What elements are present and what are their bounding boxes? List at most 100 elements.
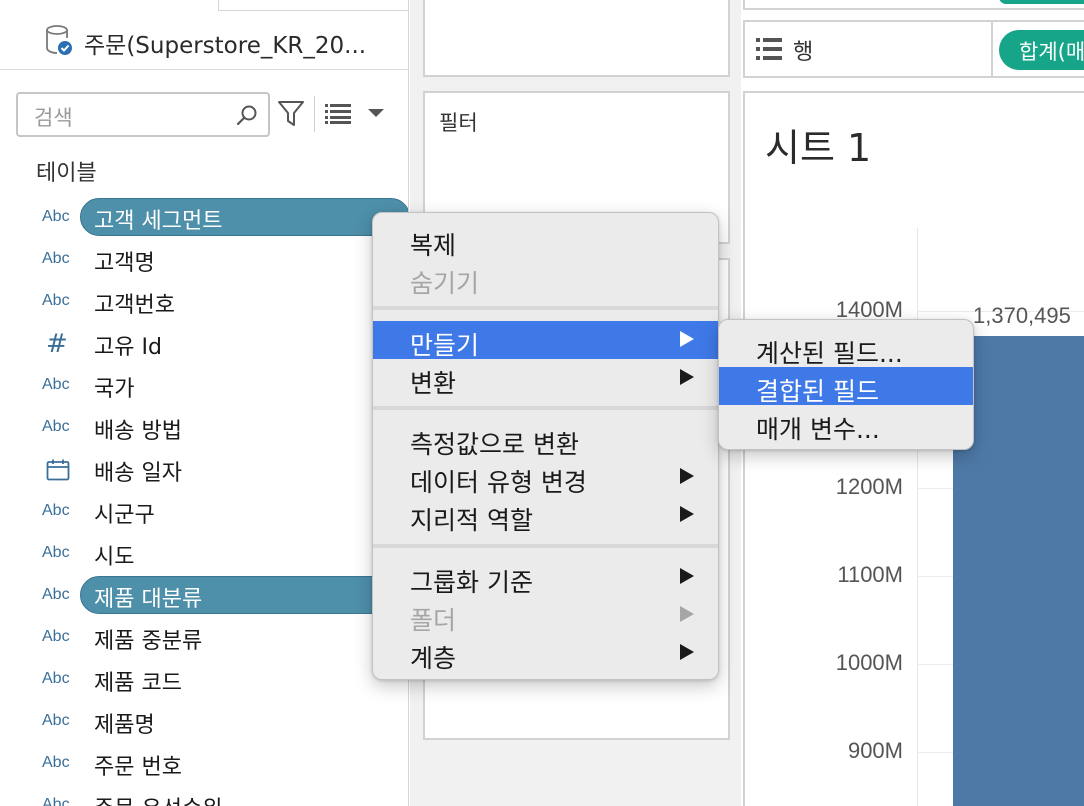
- sheet-title: 시트 1: [765, 126, 872, 170]
- tables-header: 테이블: [36, 161, 97, 186]
- menu-item-duplicate[interactable]: 복제: [373, 221, 718, 260]
- field-label: 제품 대분류: [94, 587, 203, 612]
- rows-icon: [756, 38, 782, 60]
- field-item[interactable]: Abc 배송 방법: [0, 407, 408, 449]
- field-label: 고유 Id: [94, 335, 162, 360]
- pages-card[interactable]: [423, 0, 730, 77]
- string-type-icon: Abc: [42, 250, 70, 267]
- menu-item-label: 데이터 유형 변경: [410, 468, 587, 497]
- datasource-name: 주문(Superstore_KR_20...: [84, 33, 367, 59]
- rows-pill-label: 합계(매: [1019, 40, 1084, 64]
- menu-item-label: 측정값으로 변환: [410, 430, 579, 459]
- field-item[interactable]: Abc 제품 대분류: [0, 575, 408, 617]
- menu-item-folder: 폴더: [373, 596, 718, 635]
- field-item[interactable]: Abc 주문 번호: [0, 743, 408, 785]
- y-tick-label: 1000M: [835, 650, 903, 675]
- string-type-icon: Abc: [42, 418, 70, 435]
- submenu-arrow-icon: [680, 369, 694, 385]
- calendar-icon: [46, 459, 70, 481]
- menu-item-parameter[interactable]: 매개 변수...: [719, 405, 973, 444]
- submenu-arrow-icon: [680, 506, 694, 522]
- submenu-arrow-icon: [680, 568, 694, 584]
- menu-item-label: 그룹화 기준: [410, 568, 533, 597]
- datasource-row[interactable]: 주문(Superstore_KR_20...: [0, 20, 408, 70]
- string-type-icon: Abc: [42, 376, 70, 393]
- field-label: 제품 코드: [94, 671, 182, 696]
- rows-label: 행: [793, 40, 814, 65]
- submenu-arrow-icon: [680, 331, 694, 347]
- field-item[interactable]: Abc 주문 우선순위: [0, 785, 408, 806]
- search-input[interactable]: 검색: [16, 92, 270, 137]
- field-label: 시군구: [94, 503, 155, 528]
- field-item[interactable]: Abc 고객 세그먼트: [0, 197, 408, 239]
- field-label: 주문 우선순위: [94, 791, 222, 806]
- y-tick-label: 900M: [847, 738, 903, 763]
- field-label: 시도: [94, 545, 135, 570]
- pane-tab[interactable]: [218, 0, 408, 11]
- menu-item-label: 숨기기: [410, 269, 480, 298]
- filter-icon[interactable]: [277, 99, 305, 129]
- menu-separator: [373, 306, 718, 310]
- field-label: 제품 중분류: [94, 629, 203, 654]
- chevron-down-icon[interactable]: [366, 107, 386, 119]
- field-label: 주문 번호: [94, 755, 182, 780]
- field-label: 고객번호: [94, 293, 175, 318]
- field-item[interactable]: Abc 제품 중분류: [0, 617, 408, 659]
- menu-item-create[interactable]: 만들기: [373, 321, 718, 360]
- submenu-arrow-icon: [680, 468, 694, 484]
- rows-measure-pill[interactable]: 합계(매: [999, 30, 1084, 70]
- menu-item-calculated-field[interactable]: 계산된 필드...: [719, 329, 973, 368]
- list-view-icon[interactable]: [325, 104, 351, 124]
- string-type-icon: Abc: [42, 712, 70, 729]
- field-item[interactable]: Abc 시도: [0, 533, 408, 575]
- columns-pill[interactable]: [999, 0, 1084, 4]
- field-label: 배송 방법: [94, 419, 182, 444]
- menu-item-label: 계산된 필드...: [756, 339, 903, 368]
- divider: [0, 69, 408, 70]
- menu-item-label: 결합된 필드: [756, 377, 879, 406]
- field-item[interactable]: 배송 일자: [0, 449, 408, 491]
- menu-item-group-by[interactable]: 그룹화 기준: [373, 558, 718, 597]
- data-pane: 주문(Superstore_KR_20... 검색 테이블 Abc 고객 세그먼트…: [0, 0, 409, 806]
- divider: [991, 22, 993, 78]
- toolbar-separator: [314, 96, 315, 132]
- y-tick-label: 1200M: [835, 474, 903, 499]
- string-type-icon: Abc: [42, 796, 70, 806]
- menu-item-label: 지리적 역할: [410, 506, 533, 535]
- menu-item-label: 복제: [410, 231, 457, 260]
- menu-item-transform[interactable]: 변환: [373, 359, 718, 398]
- string-type-icon: Abc: [42, 754, 70, 771]
- menu-item-change-data-type[interactable]: 데이터 유형 변경: [373, 458, 718, 497]
- field-item[interactable]: Abc 국가: [0, 365, 408, 407]
- field-item[interactable]: Abc 고객번호: [0, 281, 408, 323]
- field-label: 국가: [94, 377, 135, 402]
- string-type-icon: Abc: [42, 502, 70, 519]
- string-type-icon: Abc: [42, 670, 70, 687]
- menu-separator: [373, 406, 718, 410]
- string-type-icon: Abc: [42, 586, 70, 603]
- field-label: 고객 세그먼트: [94, 209, 223, 234]
- field-item[interactable]: Abc 제품 코드: [0, 659, 408, 701]
- menu-item-hierarchy[interactable]: 계층: [373, 634, 718, 673]
- search-icon: [236, 105, 257, 126]
- field-item[interactable]: # 고유 Id: [0, 323, 408, 365]
- create-submenu: 계산된 필드... 결합된 필드 매개 변수...: [718, 319, 974, 450]
- menu-separator: [373, 544, 718, 548]
- rows-shelf[interactable]: 행 합계(매: [743, 20, 1084, 78]
- field-label: 고객명: [94, 251, 155, 276]
- filters-title: 필터: [439, 111, 478, 135]
- string-type-icon: Abc: [42, 292, 70, 309]
- menu-item-label: 폴더: [410, 606, 457, 635]
- field-item[interactable]: Abc 제품명: [0, 701, 408, 743]
- field-item[interactable]: Abc 시군구: [0, 491, 408, 533]
- number-type-icon: #: [46, 329, 68, 359]
- string-type-icon: Abc: [42, 208, 70, 225]
- field-item[interactable]: Abc 고객명: [0, 239, 408, 281]
- submenu-arrow-icon: [680, 606, 694, 622]
- search-placeholder: 검색: [34, 106, 73, 130]
- menu-item-combined-field[interactable]: 결합된 필드: [719, 367, 973, 406]
- string-type-icon: Abc: [42, 628, 70, 645]
- string-type-icon: Abc: [42, 544, 70, 561]
- menu-item-convert-to-measure[interactable]: 측정값으로 변환: [373, 420, 718, 459]
- menu-item-geographic-role[interactable]: 지리적 역할: [373, 496, 718, 535]
